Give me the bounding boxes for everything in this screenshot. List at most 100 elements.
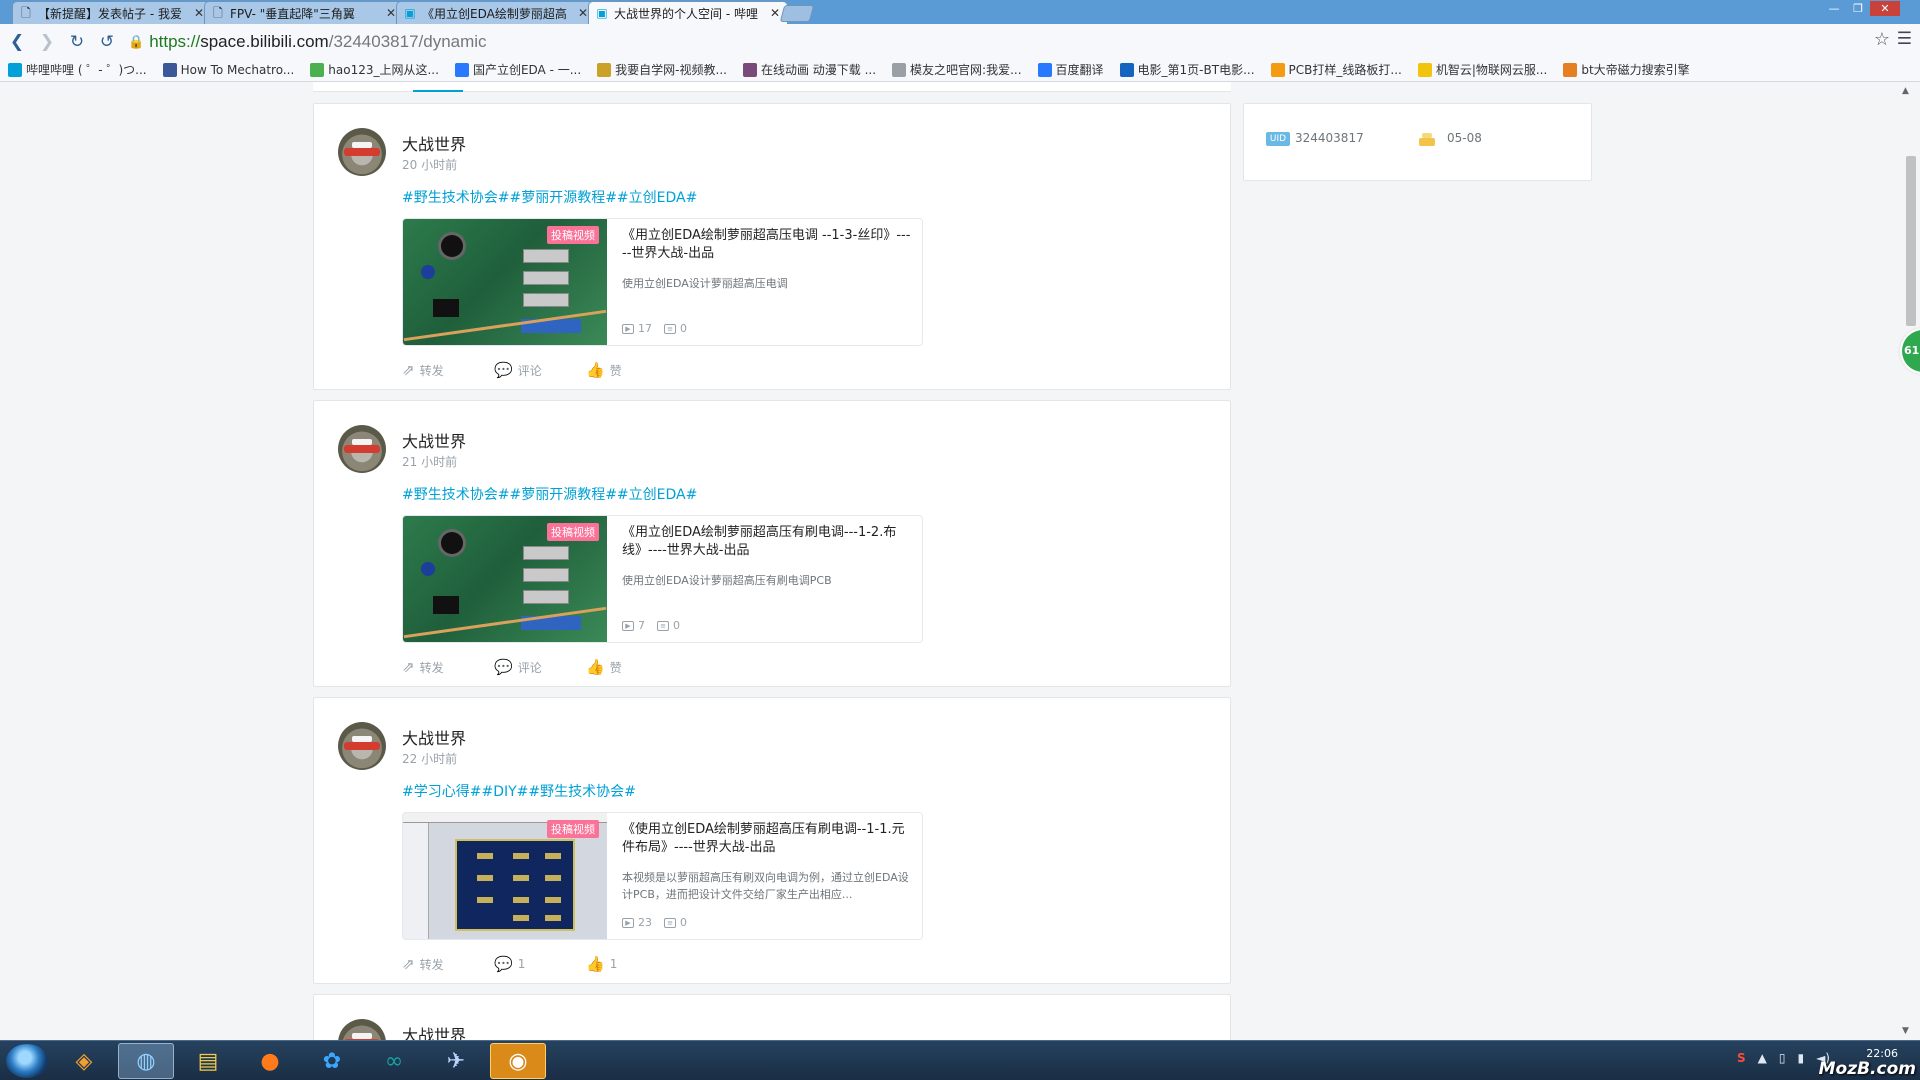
browser-tab[interactable]: 🗋 FPV- "垂直起降"三角翼 ✕ [204, 1, 404, 24]
bookmark-label: 机智云|物联网云服... [1435, 63, 1548, 77]
like-button[interactable]: 👍 赞 [586, 361, 678, 379]
network-signal-icon[interactable]: ▮ [1797, 1051, 1804, 1065]
uid-icon: UID [1266, 132, 1290, 146]
scroll-up-arrow-icon[interactable]: ▲ [1902, 86, 1909, 96]
like-button[interactable]: 👍 赞 [586, 658, 678, 676]
restore-icon[interactable]: ❐ [1846, 1, 1870, 16]
scrollbar-thumb[interactable] [1906, 156, 1916, 326]
comment-button[interactable]: 💬 评论 [494, 658, 586, 676]
share-button[interactable]: ⇗ 转发 [402, 658, 494, 676]
dynamic-tab-strip [313, 82, 1231, 92]
video-card[interactable]: 投稿视频 《使用立创EDA绘制萝丽超高压有刷电调--1-1.元件布局》----世… [402, 812, 923, 940]
bookmark-item[interactable]: bt大帝磁力搜索引擎 [1563, 61, 1690, 78]
like-button[interactable]: 👍 1 [586, 955, 678, 973]
feather-app-icon[interactable]: ✈ [428, 1043, 484, 1079]
browser-tab-active[interactable]: ▣ 大战世界的个人空间 - 哔哩 ✕ [588, 1, 788, 24]
user-name[interactable]: 大战世界 [402, 428, 466, 452]
post-tags[interactable]: #野生技术协会##萝丽开源教程##立创EDA# [402, 484, 697, 504]
bookmark-favicon-icon [1563, 62, 1578, 77]
tab-title: 《用立创EDA绘制萝丽超高 [422, 6, 567, 21]
bookmark-item[interactable]: 哔哩哔哩 ( ゜- ゜)つ... [8, 61, 147, 78]
menu-icon[interactable]: ☰ [1897, 29, 1912, 49]
bookmark-item[interactable]: 电影_第1页-BT电影... [1119, 61, 1255, 78]
active-tab-indicator [413, 90, 463, 92]
bookmark-star-icon[interactable]: ☆ [1874, 29, 1890, 50]
share-button[interactable]: ⇗ 转发 [402, 955, 494, 973]
birthday-cake-icon [1418, 131, 1436, 147]
avatar[interactable] [338, 1019, 386, 1040]
bookmark-item[interactable]: 机智云|物联网云服... [1417, 61, 1548, 78]
post-tags[interactable]: #学习心得##DIY##野生技术协会# [402, 781, 636, 801]
video-card[interactable]: 投稿视频 《用立创EDA绘制萝丽超高压电调 --1-3-丝印》-----世界大战… [402, 218, 923, 346]
user-name[interactable]: 大战世界 [402, 725, 466, 749]
video-thumbnail[interactable]: 投稿视频 [403, 219, 607, 345]
browser-tab[interactable]: ▣ 《用立创EDA绘制萝丽超高 ✕ [396, 1, 596, 24]
close-window-icon[interactable]: ✕ [1870, 1, 1900, 16]
bookmark-item[interactable]: 国产立创EDA - 一... [454, 61, 581, 78]
windows-taskbar: ◈ ◍ ▤ ● ✿ ∞ ✈ ◉ S ▲ ▯ ▮ ◄) 22:06 MozB.co… [0, 1040, 1920, 1080]
bookmark-favicon-icon [742, 62, 757, 77]
avatar[interactable] [338, 425, 386, 473]
video-thumbnail[interactable]: 投稿视频 [403, 516, 607, 642]
video-stats: ▶ 7 ≡ 0 [622, 619, 692, 632]
video-description: 使用立创EDA设计萝丽超高压有刷电调PCB [622, 574, 832, 587]
folder-icon[interactable]: ▤ [180, 1043, 236, 1079]
share-icon: ⇗ [402, 955, 415, 973]
start-button[interactable] [6, 1044, 48, 1078]
scroll-down-arrow-icon[interactable]: ▼ [1902, 1026, 1909, 1036]
close-tab-icon[interactable]: ✕ [769, 6, 781, 20]
reload-icon[interactable]: ↻ [64, 29, 90, 55]
back-icon[interactable]: ❮ [4, 29, 30, 55]
video-stats: ▶ 23 ≡ 0 [622, 916, 699, 929]
user-name[interactable]: 大战世界 [402, 1022, 466, 1040]
browser-tab[interactable]: 🗋 【新提醒】发表帖子 - 我爱 ✕ [12, 1, 212, 24]
video-thumbnail[interactable]: 投稿视频 [403, 813, 607, 939]
bookmark-item[interactable]: 模友之吧官网:我爱... [892, 61, 1022, 78]
like-label: 赞 [609, 660, 622, 675]
firefox-icon[interactable]: ● [242, 1043, 298, 1079]
share-button[interactable]: ⇗ 转发 [402, 361, 494, 379]
bookmark-item[interactable]: 我要自学网-视频教... [597, 61, 727, 78]
video-title[interactable]: 《使用立创EDA绘制萝丽超高压有刷电调--1-1.元件布局》----世界大战-出… [622, 821, 914, 857]
forward-icon[interactable]: ❯ [34, 29, 60, 55]
bookmark-label: How To Mechatro... [180, 62, 295, 77]
play-count-icon: ▶ [622, 620, 634, 631]
post-time: 22 小时前 [402, 752, 458, 766]
tray-expand-icon[interactable]: ▲ [1758, 1051, 1767, 1065]
play-count-icon: ▶ [622, 323, 634, 334]
undo-close-icon[interactable]: ↺ [94, 29, 120, 55]
wifi-app-icon[interactable]: ◉ [490, 1043, 546, 1079]
arduino-icon[interactable]: ∞ [366, 1043, 422, 1079]
bookmark-item[interactable]: hao123_上网从这... [310, 61, 439, 78]
bookmark-item[interactable]: 在线动画 动漫下载 ... [742, 61, 877, 78]
minimize-icon[interactable]: — [1822, 1, 1846, 16]
comment-button[interactable]: 💬 评论 [494, 361, 586, 379]
bookmark-label: 在线动画 动漫下载 ... [760, 63, 877, 77]
cloud-drive-icon[interactable]: ✿ [304, 1043, 360, 1079]
browser-toolbar: ❮ ❯ ↻ ↺ 🔒 https:// space.bilibili.com /3… [0, 24, 1920, 60]
floating-speed-ball[interactable]: 61 [1902, 330, 1920, 372]
video-card[interactable]: 投稿视频 《用立创EDA绘制萝丽超高压有刷电调---1-2.布线》----世界大… [402, 515, 923, 643]
bookmark-item[interactable]: PCB打样_线路板打... [1270, 61, 1402, 78]
post-actions: ⇗ 转发 💬 评论 👍 赞 [402, 361, 678, 379]
bookmark-favicon-icon [8, 62, 22, 77]
video-title[interactable]: 《用立创EDA绘制萝丽超高压电调 --1-3-丝印》-----世界大战-出品 [622, 227, 914, 263]
usb-icon[interactable]: ▯ [1779, 1051, 1786, 1065]
avatar[interactable] [338, 722, 386, 770]
bookmark-item[interactable]: 百度翻译 [1037, 61, 1104, 78]
bookmark-item[interactable]: How To Mechatro... [162, 62, 295, 77]
url-protocol: https:// [149, 32, 201, 51]
post-time: 20 小时前 [402, 158, 458, 172]
bilibili-icon: ▣ [596, 6, 608, 20]
user-name[interactable]: 大战世界 [402, 131, 466, 155]
url-host: space.bilibili.com [200, 32, 329, 51]
browser-app-icon[interactable]: ◍ [118, 1043, 174, 1079]
address-bar[interactable]: 🔒 https:// space.bilibili.com /324403817… [128, 29, 487, 55]
avatar[interactable] [338, 128, 386, 176]
new-tab-button[interactable] [779, 5, 815, 22]
comment-button[interactable]: 💬 1 [494, 955, 586, 973]
sogou-input-icon[interactable]: S [1737, 1051, 1746, 1065]
video-title[interactable]: 《用立创EDA绘制萝丽超高压有刷电调---1-2.布线》----世界大战-出品 [622, 524, 914, 560]
post-tags[interactable]: #野生技术协会##萝丽开源教程##立创EDA# [402, 187, 697, 207]
paint-app-icon[interactable]: ◈ [56, 1043, 112, 1079]
